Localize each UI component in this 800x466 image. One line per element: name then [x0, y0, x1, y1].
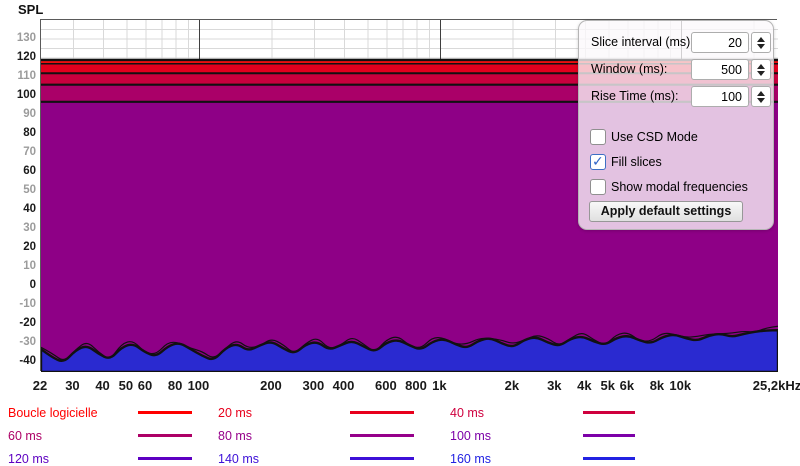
x-tick-label: 50	[119, 378, 133, 394]
spectral-decay-window: SPL 1301201101009080706050403020100-10-2…	[0, 0, 800, 466]
y-tick-label: 20	[0, 241, 36, 254]
y-tick-label: 130	[0, 32, 36, 45]
legend-line-swatch	[138, 457, 192, 460]
checkbox-label: Show modal frequencies	[611, 179, 748, 195]
legend-line-swatch	[138, 411, 192, 414]
y-tick-label: 60	[0, 165, 36, 178]
y-tick-label: 80	[0, 127, 36, 140]
x-tick-label: 22	[33, 378, 47, 394]
legend-line-swatch	[350, 457, 414, 460]
x-tick-label: 6k	[620, 378, 634, 394]
checkbox-label: Use CSD Mode	[611, 129, 698, 145]
x-tick-label: 10k	[669, 378, 691, 394]
legend-line-swatch	[350, 434, 414, 437]
x-tick-label: 200	[260, 378, 282, 394]
x-tick-label: 3k	[547, 378, 561, 394]
y-tick-label: 50	[0, 184, 36, 197]
y-tick-label: -20	[0, 317, 36, 330]
spinner-down-icon[interactable]	[757, 98, 765, 103]
field-spinner[interactable]	[751, 32, 771, 53]
checkmark-icon: ✓	[592, 153, 604, 170]
field-label: Window (ms):	[591, 59, 667, 80]
y-tick-label: -10	[0, 298, 36, 311]
y-tick-label: 110	[0, 70, 36, 83]
y-tick-label: 0	[0, 279, 36, 292]
legend-line-swatch	[583, 457, 635, 460]
field-spinner[interactable]	[751, 86, 771, 107]
x-tick-label: 2k	[505, 378, 519, 394]
x-tick-label: 8k	[650, 378, 664, 394]
field-label: Rise Time (ms):	[591, 86, 679, 107]
legend-label: Boucle logicielle	[8, 406, 98, 420]
x-tick-label: 30	[65, 378, 79, 394]
field-value-input[interactable]	[691, 59, 749, 80]
checkbox-unchecked[interactable]	[590, 129, 606, 145]
x-tick-label: 100	[188, 378, 210, 394]
x-tick-label: 4k	[577, 378, 591, 394]
y-tick-label: 90	[0, 108, 36, 121]
apply-default-settings-button[interactable]: Apply default settings	[589, 201, 743, 222]
y-tick-label: 30	[0, 222, 36, 235]
x-tick-label: 80	[168, 378, 182, 394]
y-tick-label: 100	[0, 89, 36, 102]
y-tick-label: 10	[0, 260, 36, 273]
x-tick-label: 800	[405, 378, 427, 394]
checkbox-checked[interactable]: ✓	[590, 154, 606, 170]
field-spinner[interactable]	[751, 59, 771, 80]
legend-line-swatch	[350, 411, 414, 414]
y-tick-label: 120	[0, 51, 36, 64]
legend-line-swatch	[583, 434, 635, 437]
x-tick-label: 40	[95, 378, 109, 394]
settings-panel: Slice interval (ms): Window (ms): Rise Tim…	[578, 20, 774, 230]
legend-label: 80 ms	[218, 429, 252, 443]
x-tick-label: 25,2kHz	[753, 378, 800, 394]
legend-label: 160 ms	[450, 452, 491, 466]
legend-label: 20 ms	[218, 406, 252, 420]
x-tick-label: 5k	[601, 378, 615, 394]
x-tick-label: 400	[333, 378, 355, 394]
checkbox-unchecked[interactable]	[590, 179, 606, 195]
legend-label: 120 ms	[8, 452, 49, 466]
legend-label: 100 ms	[450, 429, 491, 443]
legend-label: 40 ms	[450, 406, 484, 420]
legend-line-swatch	[138, 434, 192, 437]
x-tick-label: 1k	[432, 378, 446, 394]
checkbox-label: Fill slices	[611, 154, 662, 170]
x-tick-label: 600	[375, 378, 397, 394]
spinner-up-icon[interactable]	[757, 64, 765, 69]
field-value-input[interactable]	[691, 32, 749, 53]
spinner-up-icon[interactable]	[757, 91, 765, 96]
x-tick-label: 60	[138, 378, 152, 394]
y-tick-label: 40	[0, 203, 36, 216]
field-label: Slice interval (ms):	[591, 32, 694, 53]
field-value-input[interactable]	[691, 86, 749, 107]
x-tick-label: 300	[303, 378, 325, 394]
spinner-down-icon[interactable]	[757, 44, 765, 49]
y-tick-label: -40	[0, 355, 36, 368]
legend-label: 60 ms	[8, 429, 42, 443]
y-axis-title: SPL	[18, 2, 43, 17]
y-tick-label: 70	[0, 146, 36, 159]
spinner-down-icon[interactable]	[757, 71, 765, 76]
spinner-up-icon[interactable]	[757, 37, 765, 42]
legend-line-swatch	[583, 411, 635, 414]
y-tick-label: -30	[0, 336, 36, 349]
legend-label: 140 ms	[218, 452, 259, 466]
